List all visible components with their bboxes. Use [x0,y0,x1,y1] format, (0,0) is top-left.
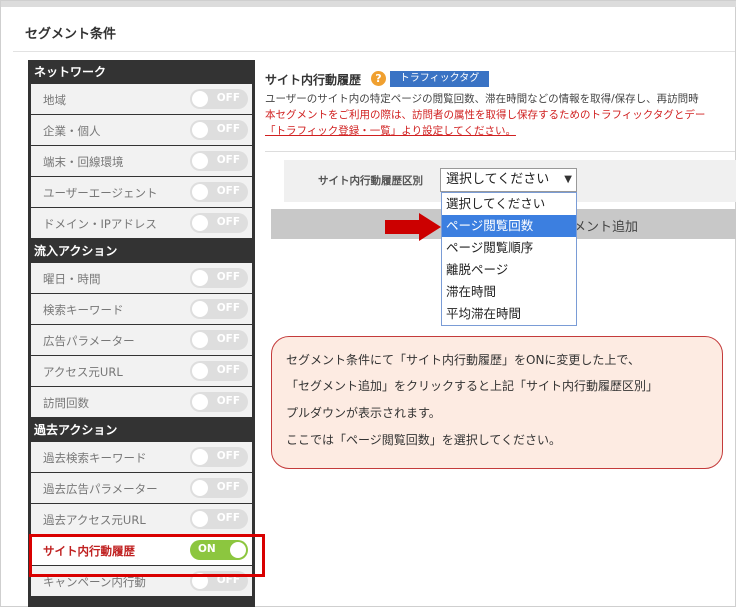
sidebar-item-referrer-url[interactable]: アクセス元URL OFF [31,356,252,386]
dropdown-list: 選択してください ページ閲覧回数 ページ閲覧順序 離脱ページ 滞在時間 平均滞在… [441,192,577,326]
toggle-switch[interactable]: OFF [190,89,248,109]
toggle-switch[interactable]: OFF [190,447,248,467]
toggle-state: OFF [216,333,240,345]
toggle-knob [192,153,208,169]
toggle-state: OFF [216,216,240,228]
caret-down-icon: ▼ [564,174,572,185]
dropdown-option[interactable]: 選択してください [442,193,576,215]
sidebar-item-weekday-time[interactable]: 曜日・時間 OFF [31,263,252,293]
toggle-switch[interactable]: OFF [190,392,248,412]
dropdown-option[interactable]: ページ閲覧順序 [442,237,576,259]
select-label: サイト内行動履歴区別 [318,175,423,187]
toggle-state: OFF [216,92,240,104]
dropdown-option-selected[interactable]: ページ閲覧回数 [442,215,576,237]
instruction-callout: セグメント条件にて「サイト内行動履歴」をONに変更した上で、 「セグメント追加」… [271,336,723,469]
toggle-knob [192,270,208,286]
traffic-tag-badge[interactable]: トラフィックタグ [390,71,489,87]
toggle-state: OFF [216,185,240,197]
title-divider [13,51,735,52]
sidebar-item-label: 訪問回数 [43,396,89,410]
sidebar-item-label: 端末・回線環境 [43,155,124,169]
behavior-type-select[interactable]: 選択してください ▼ [440,168,577,192]
sidebar-item-past-search-keyword[interactable]: 過去検索キーワード OFF [31,442,252,472]
window-top-bar [1,1,736,7]
sidebar-item-company[interactable]: 企業・個人 OFF [31,115,252,145]
section-header-past: 過去アクション [28,418,255,442]
sidebar-item-label: 過去検索キーワード [43,451,147,465]
toggle-switch[interactable]: OFF [190,151,248,171]
sidebar-item-label: 過去広告パラメーター [43,482,158,496]
page-title: セグメント条件 [25,27,117,42]
toggle-state: OFF [216,302,240,314]
sidebar-item-device[interactable]: 端末・回線環境 OFF [31,146,252,176]
sidebar-item-visit-count[interactable]: 訪問回数 OFF [31,387,252,417]
toggle-state: OFF [216,395,240,407]
toggle-knob [192,394,208,410]
sidebar-item-label: ユーザーエージェント [43,186,158,200]
content-divider [265,151,735,152]
toggle-knob [192,301,208,317]
sidebar-item-label: ドメイン・IPアドレス [43,217,157,231]
sidebar-item-past-referrer-url[interactable]: 過去アクセス元URL OFF [31,504,252,534]
note-line: プルダウンが表示されます。 [286,406,441,420]
sidebar-item-ad-parameter[interactable]: 広告パラメーター OFF [31,325,252,355]
toggle-state: OFF [216,271,240,283]
note-line: 「セグメント追加」をクリックすると上記「サイト内行動履歴区別」 [286,379,659,393]
sidebar-item-search-keyword[interactable]: 検索キーワード OFF [31,294,252,324]
sidebar-item-label: 広告パラメーター [43,334,135,348]
toggle-switch[interactable]: OFF [190,509,248,529]
toggle-knob [192,215,208,231]
sidebar-item-past-ad-parameter[interactable]: 過去広告パラメーター OFF [31,473,252,503]
toggle-knob [192,122,208,138]
dropdown-option[interactable]: 平均滞在時間 [442,303,576,325]
highlight-annotation [29,534,265,577]
description-text: ユーザーのサイト内の特定ページの閲覧回数、滞在時間などの情報を取得/保存し、再訪… [265,93,699,105]
select-value: 選択してください [446,172,550,187]
toggle-switch[interactable]: OFF [190,213,248,233]
section-header-network: ネットワーク [28,60,255,84]
toggle-state: OFF [216,123,240,135]
toggle-knob [192,91,208,107]
toggle-state: OFF [216,154,240,166]
content-title: サイト内行動履歴 [265,73,362,87]
toggle-switch[interactable]: OFF [190,330,248,350]
note-line: ここでは「ページ閲覧回数」を選択してください。 [286,433,562,447]
toggle-switch[interactable]: OFF [190,268,248,288]
window-frame: セグメント条件 ネットワーク 地域 OFF 企業・個人 OFF 端末・回線環境 … [0,0,736,607]
toggle-knob [192,332,208,348]
dropdown-option[interactable]: 離脱ページ [442,259,576,281]
sidebar-item-label: 過去アクセス元URL [43,513,146,527]
toggle-switch[interactable]: OFF [190,120,248,140]
note-line: セグメント条件にて「サイト内行動履歴」をONに変更した上で、 [286,353,640,367]
sidebar-item-label: 曜日・時間 [43,272,101,286]
sidebar-item-domain-ip[interactable]: ドメイン・IPアドレス OFF [31,208,252,238]
traffic-registration-link[interactable]: 「トラフィック登録・一覧」より設定してください。 [265,123,516,138]
sidebar-item-region[interactable]: 地域 OFF [31,84,252,114]
toggle-state: OFF [216,364,240,376]
help-icon[interactable]: ? [371,71,386,86]
toggle-switch[interactable]: OFF [190,478,248,498]
toggle-knob [192,184,208,200]
toggle-knob [192,449,208,465]
sidebar-item-label: 地域 [43,93,66,107]
sidebar-item-user-agent[interactable]: ユーザーエージェント OFF [31,177,252,207]
dropdown-option[interactable]: 滞在時間 [442,281,576,303]
toggle-state: OFF [216,512,240,524]
segment-sidebar: ネットワーク 地域 OFF 企業・個人 OFF 端末・回線環境 OFF ユーザー… [28,60,255,607]
warning-text: 本セグメントをご利用の際は、訪問者の属性を取得し保存するためのトラフィックタグと… [265,109,706,121]
toggle-state: OFF [216,481,240,493]
pointer-arrow-icon [385,213,441,241]
toggle-knob [192,511,208,527]
toggle-switch[interactable]: OFF [190,361,248,381]
toggle-switch[interactable]: OFF [190,299,248,319]
toggle-knob [192,363,208,379]
toggle-state: OFF [216,450,240,462]
add-segment-label: メント追加 [573,220,639,235]
sidebar-item-label: 検索キーワード [43,303,124,317]
toggle-switch[interactable]: OFF [190,182,248,202]
section-header-inflow: 流入アクション [28,239,255,263]
sidebar-item-label: アクセス元URL [43,365,123,379]
toggle-knob [192,480,208,496]
sidebar-item-label: 企業・個人 [43,124,101,138]
